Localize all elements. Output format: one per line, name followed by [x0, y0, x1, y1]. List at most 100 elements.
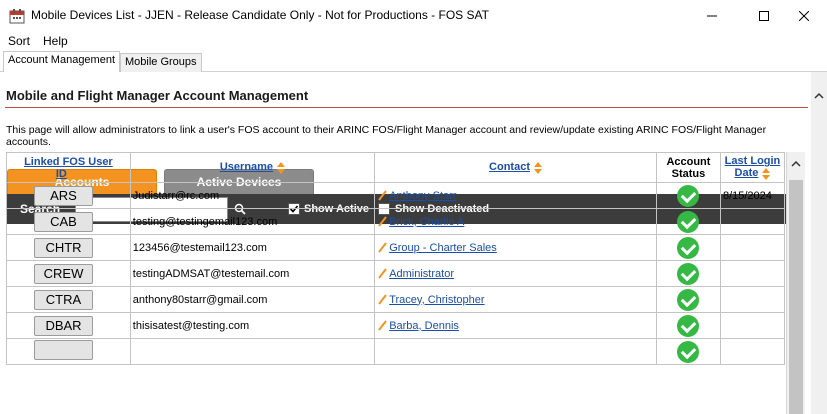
sort-ascending-icon	[70, 169, 81, 178]
last-login-cell	[719, 208, 786, 235]
username-cell: anthony80starr@gmail.com	[129, 286, 376, 313]
check-circle-icon	[677, 340, 700, 363]
tab-strip: Account Management Mobile Groups	[0, 51, 827, 72]
grid-scroll-up-button[interactable]	[788, 156, 804, 172]
column-header-last-login[interactable]: Last Login Date	[719, 152, 786, 183]
status-cell	[655, 338, 721, 365]
menu-sort[interactable]: Sort	[8, 34, 30, 48]
username-cell: testingADMSAT@testemail.com	[129, 260, 376, 287]
check-circle-icon	[677, 184, 700, 207]
last-login-cell	[719, 312, 786, 339]
close-icon	[799, 10, 809, 21]
pencil-icon[interactable]	[378, 320, 387, 331]
pencil-icon[interactable]	[378, 216, 387, 227]
linked-id-button[interactable]: CAB	[34, 211, 93, 232]
username-cell: 123456@testemail123.com	[129, 234, 376, 261]
grid-scroll-thumb[interactable]	[789, 180, 803, 414]
pencil-icon[interactable]	[378, 294, 387, 305]
page-title: Mobile and Flight Manager Account Manage…	[6, 88, 309, 103]
check-circle-icon	[677, 210, 700, 233]
check-circle-icon	[677, 262, 700, 285]
linked-id-button[interactable]: CHTR	[34, 237, 93, 258]
contact-link[interactable]: Administrator	[389, 268, 454, 280]
last-login-cell: 8/15/2024	[719, 182, 786, 209]
menu-bar: Sort Help	[0, 31, 827, 51]
contact-cell: Group - Charter Sales	[374, 234, 657, 261]
linked-id-button[interactable]: CTRA	[34, 289, 93, 310]
tab-mobile-groups[interactable]: Mobile Groups	[120, 53, 202, 72]
table-row: CTRA anthony80starr@gmail.com Tracey, Ch…	[6, 286, 786, 313]
contact-link[interactable]: Barba, Dennis	[389, 320, 459, 332]
status-cell	[655, 182, 721, 209]
status-cell	[655, 208, 721, 235]
sort-icon	[762, 167, 771, 180]
linked-id-button[interactable]: ARS	[34, 185, 93, 206]
contact-cell: Barba, Dennis	[374, 312, 657, 339]
table-row: CHTR 123456@testemail123.com Group - Cha…	[6, 234, 786, 261]
window-scrollbar[interactable]	[811, 72, 827, 414]
last-login-cell	[719, 260, 786, 287]
contact-cell	[374, 338, 657, 365]
linked-id-sort-link[interactable]: Linked FOS User ID	[24, 156, 113, 180]
contact-cell: Brick, Charlie A	[374, 208, 657, 235]
contact-link[interactable]: Group - Charter Sales	[389, 242, 497, 254]
status-cell	[655, 286, 721, 313]
contact-link[interactable]: Brick, Charlie A	[389, 216, 464, 228]
minimize-button[interactable]	[689, 0, 735, 31]
grid-scrollbar[interactable]	[786, 152, 805, 414]
page-description: This page will allow administrators to l…	[6, 124, 767, 148]
maximize-icon	[759, 10, 769, 21]
table-header-row: Linked FOS User ID Username Contact Accou…	[6, 152, 786, 183]
window-scroll-up-button[interactable]	[811, 88, 827, 104]
accounts-table: Linked FOS User ID Username Contact Accou…	[6, 152, 786, 365]
linked-id-button[interactable]: CREW	[34, 263, 93, 284]
last-login-cell	[719, 338, 786, 365]
sort-icon	[534, 161, 543, 174]
sort-icon	[277, 161, 286, 174]
contact-cell: Tracey, Christopher	[374, 286, 657, 313]
last-login-cell	[719, 234, 786, 261]
calendar-app-icon	[9, 9, 25, 24]
contact-sort-link[interactable]: Contact	[489, 161, 530, 173]
contact-cell: Anthony Starr	[374, 182, 657, 209]
title-bar: Mobile Devices List - JJEN - Release Can…	[0, 0, 827, 31]
username-cell: Judistarr@rc.com	[129, 182, 376, 209]
app-window: Mobile Devices List - JJEN - Release Can…	[0, 0, 827, 414]
last-login-sort-link[interactable]: Last Login Date	[725, 155, 781, 179]
username-sort-link[interactable]: Username	[220, 161, 273, 173]
column-header-contact[interactable]: Contact	[374, 152, 657, 183]
check-circle-icon	[677, 314, 700, 337]
pencil-icon[interactable]	[378, 268, 387, 279]
contact-link[interactable]: Anthony Starr	[389, 190, 456, 202]
minimize-icon	[707, 15, 717, 16]
contact-cell: Administrator	[374, 260, 657, 287]
column-header-account-status: Account Status	[655, 152, 721, 183]
status-cell	[655, 260, 721, 287]
close-button[interactable]	[781, 0, 827, 31]
tab-account-management[interactable]: Account Management	[3, 51, 121, 72]
column-header-linked-id[interactable]: Linked FOS User ID	[6, 152, 131, 183]
chevron-up-icon	[814, 92, 824, 99]
username-cell	[129, 338, 376, 365]
table-row: ARS Judistarr@rc.com Anthony Starr 8/15/…	[6, 182, 786, 209]
column-header-username[interactable]: Username	[129, 152, 376, 183]
linked-id-button[interactable]	[34, 340, 93, 360]
check-circle-icon	[677, 288, 700, 311]
pencil-icon[interactable]	[378, 190, 387, 201]
status-cell	[655, 312, 721, 339]
table-row: CREW testingADMSAT@testemail.com Adminis…	[6, 260, 786, 287]
username-cell: testing@testingemail123.com	[129, 208, 376, 235]
contact-link[interactable]: Tracey, Christopher	[389, 294, 484, 306]
last-login-cell	[719, 286, 786, 313]
linked-id-button[interactable]: DBAR	[34, 315, 93, 336]
status-cell	[655, 234, 721, 261]
menu-help[interactable]: Help	[43, 34, 68, 48]
table-row: DBAR thisisatest@testing.com Barba, Denn…	[6, 312, 786, 339]
chevron-up-icon	[791, 160, 801, 167]
window-title: Mobile Devices List - JJEN - Release Can…	[31, 8, 489, 22]
check-circle-icon	[677, 236, 700, 259]
table-row	[6, 338, 786, 365]
table-row: CAB testing@testingemail123.com Brick, C…	[6, 208, 786, 235]
header-divider	[5, 107, 808, 108]
pencil-icon[interactable]	[378, 242, 387, 253]
